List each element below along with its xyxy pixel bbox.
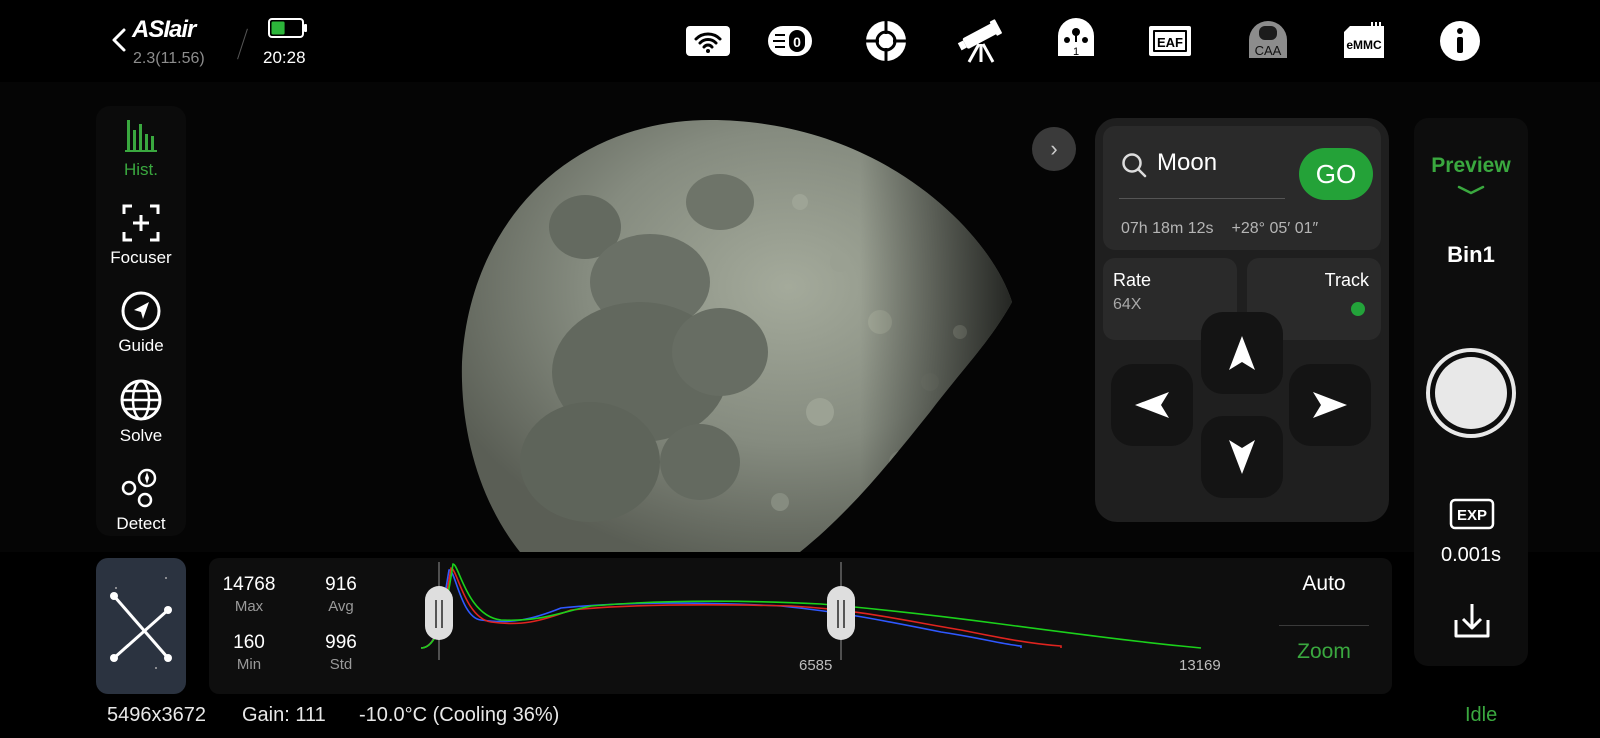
goto-button[interactable]: GO	[1299, 148, 1373, 200]
status-temperature: -10.0°C (Cooling 36%)	[359, 704, 560, 726]
stat-avg-value: 916	[325, 574, 357, 595]
rate-value: 64X	[1113, 296, 1142, 313]
stat-std: 996 Std	[301, 632, 381, 673]
clock-time: 20:28	[263, 48, 306, 67]
caa-label: CAA	[1255, 43, 1282, 58]
histogram-green-channel	[421, 563, 1202, 649]
stat-avg: 916 Avg	[301, 574, 381, 615]
status-gain: Gain: 111	[242, 704, 326, 726]
histogram-axis-mid: 6585	[799, 657, 832, 674]
tool-detect-label: Detect	[116, 514, 166, 533]
arrow-up-icon	[1229, 336, 1255, 370]
focuser-icon	[122, 204, 160, 242]
stat-max-label: Max	[234, 598, 264, 615]
camera-1-icon[interactable]: 1	[1052, 18, 1100, 64]
stat-max-value: 14768	[222, 574, 276, 595]
white-point-handle[interactable]	[827, 586, 855, 640]
goto-search-card: GO 07h 18m 12s +28° 05′ 01″	[1103, 126, 1381, 250]
stretch-curve-icon	[110, 577, 172, 669]
exposure-icon[interactable]: EXP	[1449, 498, 1495, 530]
app-logo: ASIair	[132, 16, 196, 43]
tool-histogram-label: Hist.	[124, 160, 158, 179]
stat-std-label: Std	[329, 656, 353, 673]
stat-std-value: 996	[325, 632, 357, 653]
left-tool-rail: Hist. Focuser Guide Solve Detect	[96, 106, 186, 536]
stat-max: 14768 Max	[209, 574, 289, 615]
status-resolution: 5496x3672	[107, 704, 206, 726]
slew-south-button[interactable]	[1201, 416, 1283, 498]
info-icon[interactable]	[1436, 18, 1484, 64]
histogram-button-divider	[1279, 625, 1369, 626]
shutter-button[interactable]	[1426, 348, 1516, 438]
tool-guide[interactable]: Guide	[96, 290, 186, 356]
black-point-handle[interactable]	[425, 586, 453, 640]
arrow-down-icon	[1229, 440, 1255, 474]
chevron-right-icon: ›	[1050, 136, 1058, 161]
download-icon[interactable]	[1450, 598, 1494, 642]
stat-min-label: Min	[236, 656, 262, 673]
emmc-icon[interactable]: eMMC	[1340, 18, 1388, 64]
slew-east-button[interactable]	[1289, 364, 1371, 446]
tool-solve[interactable]: Solve	[96, 378, 186, 446]
filter-wheel-icon[interactable]: 0	[766, 18, 814, 64]
guide-icon	[121, 291, 161, 331]
tool-histogram[interactable]: Hist.	[96, 116, 186, 180]
slew-west-button[interactable]	[1111, 364, 1193, 446]
guide-scope-icon[interactable]	[862, 18, 910, 64]
rate-label: Rate	[1113, 270, 1152, 290]
telescope-icon[interactable]	[956, 18, 1004, 64]
arrow-right-icon	[1313, 392, 1347, 418]
tool-focuser[interactable]: Focuser	[96, 202, 186, 268]
app-version: 2.3(11.56)	[133, 50, 205, 67]
slew-north-button[interactable]	[1201, 312, 1283, 394]
header-divider	[237, 28, 248, 60]
track-label: Track	[1324, 270, 1369, 290]
stat-avg-label: Avg	[328, 598, 354, 615]
bin-selector[interactable]: Bin1	[1414, 242, 1528, 268]
tool-focuser-label: Focuser	[110, 248, 172, 267]
auto-stretch-button[interactable]: Auto	[1259, 572, 1389, 596]
detect-icon	[121, 468, 157, 508]
target-search-input[interactable]	[1157, 146, 1287, 180]
tool-solve-label: Solve	[119, 426, 163, 445]
stretch-preview-thumbnail[interactable]	[96, 558, 186, 694]
camera-number-label: 1	[1073, 46, 1079, 58]
search-underline	[1119, 198, 1285, 199]
histogram-icon	[125, 120, 157, 152]
tool-guide-label: Guide	[118, 336, 164, 355]
tool-detect[interactable]: Detect	[96, 466, 186, 534]
histogram-panel: 14768 Max 916 Avg 160 Min 996 Std 0 6585…	[209, 558, 1392, 694]
status-state: Idle	[1465, 704, 1498, 726]
top-bar: ASIair 2.3(11.56) 20:28 0 1 EAF CAA eMMC	[0, 0, 1600, 82]
arrow-left-icon	[1135, 392, 1169, 418]
caa-icon[interactable]: CAA	[1244, 18, 1292, 64]
capture-mode-selector[interactable]: Preview	[1414, 154, 1528, 178]
stat-min-value: 160	[233, 632, 265, 653]
solve-globe-icon	[120, 379, 162, 421]
exposure-value[interactable]: 0.001s	[1414, 544, 1528, 567]
back-chevron-icon[interactable]	[108, 26, 130, 54]
chevron-down-icon	[1457, 185, 1485, 195]
target-dec: +28° 05′ 01″	[1231, 220, 1319, 237]
stat-min: 160 Min	[209, 632, 289, 673]
target-ra: 07h 18m 12s	[1121, 220, 1214, 237]
tracking-status-dot	[1351, 302, 1365, 316]
eaf-label: EAF	[1157, 35, 1183, 50]
wifi-icon[interactable]	[684, 18, 732, 64]
shutter-button-inner	[1435, 357, 1507, 429]
target-coordinates: 07h 18m 12s +28° 05′ 01″	[1121, 220, 1391, 238]
eaf-icon[interactable]: EAF	[1146, 18, 1194, 64]
histogram-axis-max: 13169	[1179, 657, 1221, 674]
svg-text:0: 0	[793, 34, 801, 50]
histogram-blue-channel	[421, 569, 1022, 649]
zoom-button[interactable]: Zoom	[1259, 640, 1389, 664]
search-icon	[1122, 153, 1147, 178]
panel-collapse-button[interactable]: ›	[1032, 127, 1076, 171]
emmc-label: eMMC	[1346, 38, 1382, 52]
exposure-icon-label: EXP	[1457, 507, 1487, 524]
battery-icon	[268, 18, 307, 38]
capture-rail: Preview Bin1 EXP 0.001s	[1414, 118, 1528, 666]
histogram-graph[interactable]: 0 6585 13169	[421, 558, 1241, 694]
mount-control-panel: GO 07h 18m 12s +28° 05′ 01″ Rate 64X Trac…	[1095, 118, 1389, 522]
